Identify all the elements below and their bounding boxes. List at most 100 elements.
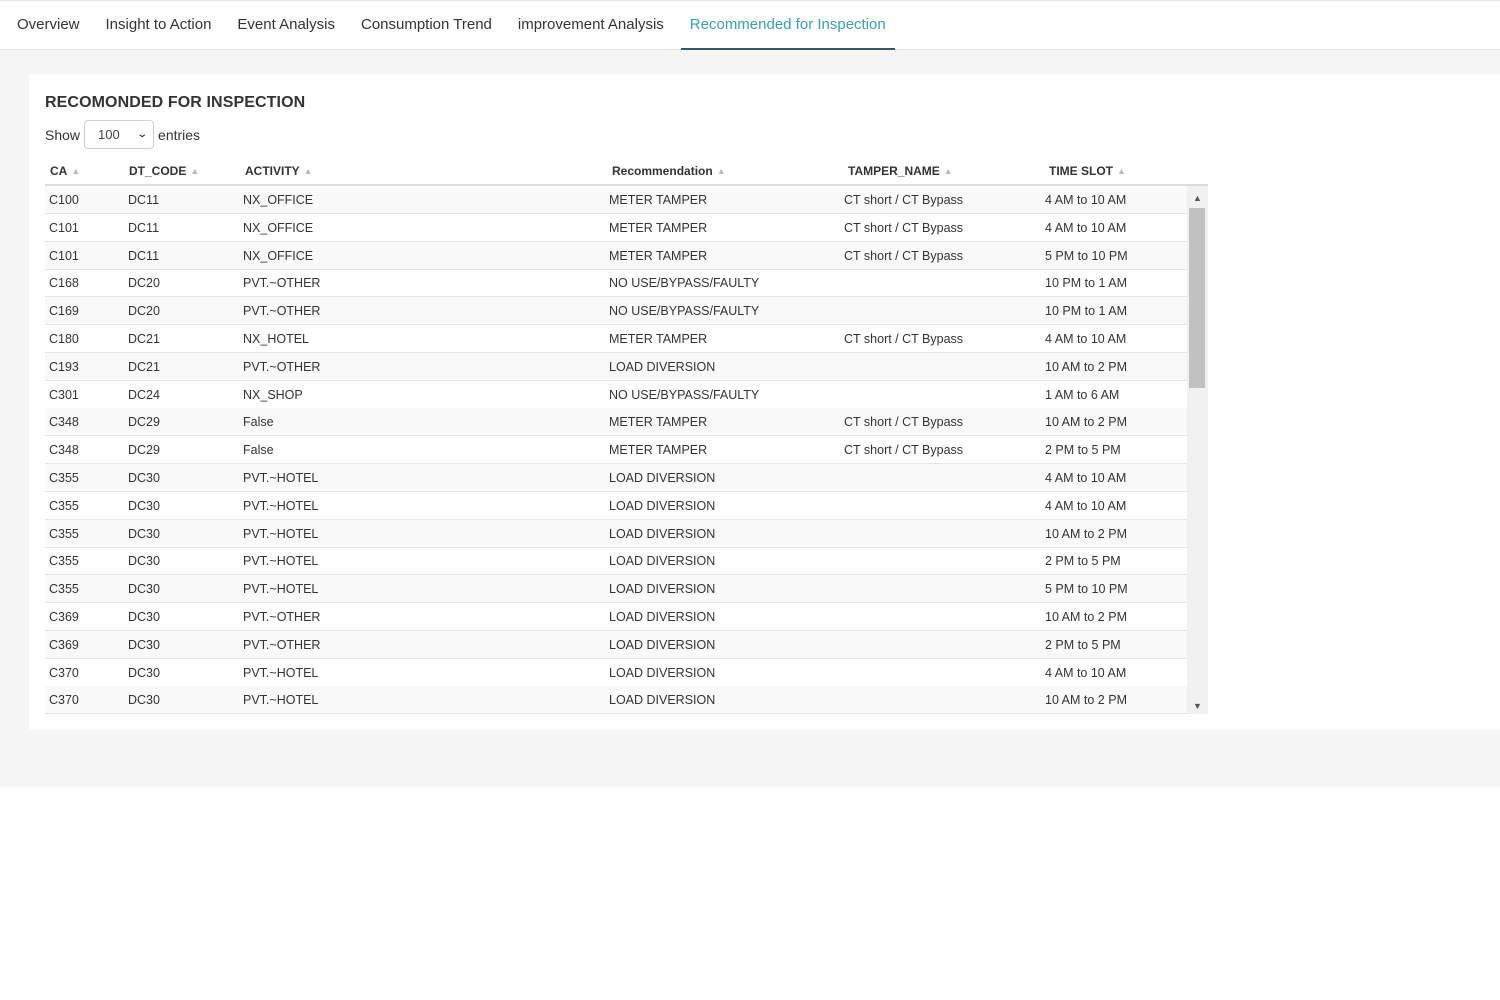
cell-time-slot: 10 PM to 1 AM: [1045, 304, 1127, 319]
cell-dt-code: DC30: [128, 498, 160, 513]
cell-activity: PVT.~HOTEL: [243, 693, 319, 708]
cell-time-slot: 10 AM to 2 PM: [1045, 359, 1127, 374]
cell-time-slot: 10 AM to 2 PM: [1045, 610, 1127, 624]
table-row[interactable]: C348 DC29 False METER TAMPER CT short / CT B…: [45, 436, 1187, 465]
cell-activity: PVT.~OTHER: [243, 304, 321, 319]
cell-recommendation: METER TAMPER: [609, 193, 708, 207]
entries-select-value: 100: [98, 127, 120, 142]
cell-dt-code: DC30: [128, 554, 160, 569]
cell-tamper-name: CT short / CT Bypass: [844, 332, 964, 346]
table-body: C100 DC11 NX_OFFICE METER TAMPER CT short / …: [45, 186, 1208, 714]
tab-recommended-for-inspection[interactable]: Recommended for Inspection: [677, 1, 899, 50]
cell-dt-code: DC11: [128, 193, 160, 207]
tab-overview[interactable]: Overview: [4, 1, 93, 49]
cell-ca: C355: [49, 498, 79, 513]
cell-recommendation: METER TAMPER: [609, 248, 708, 263]
table-row[interactable]: C180 DC21 NX_HOTEL METER TAMPER CT short / C…: [45, 325, 1187, 353]
cell-dt-code: DC29: [128, 443, 160, 458]
cell-dt-code: DC30: [128, 665, 160, 680]
cell-time-slot: 4 AM to 10 AM: [1045, 665, 1127, 680]
tab-bar: Overview Insight to Action Event Analysi…: [0, 0, 1500, 50]
column-header-dt-code[interactable]: DT_CODE ▲︎: [129, 164, 199, 178]
cell-recommendation: METER TAMPER: [609, 443, 708, 458]
column-header-activity[interactable]: ACTIVITY ▲︎: [245, 164, 313, 178]
table-row[interactable]: C355 DC30 PVT.~HOTEL LOAD DIVERSION 2 PM to …: [45, 547, 1187, 576]
tab-consumption-trend[interactable]: Consumption Trend: [348, 1, 505, 49]
cell-time-slot: 2 PM to 5 PM: [1045, 554, 1121, 569]
cell-activity: PVT.~HOTEL: [243, 665, 319, 680]
cell-activity: PVT.~HOTEL: [243, 554, 319, 569]
column-header-recommendation[interactable]: Recommendation ▲︎: [612, 164, 726, 178]
cell-tamper-name: CT short / CT Bypass: [844, 415, 964, 430]
table-row[interactable]: C193 DC21 PVT.~OTHER LOAD DIVERSION 10 AM to…: [45, 352, 1187, 381]
cell-time-slot: 10 PM to 1 AM: [1045, 276, 1127, 291]
table-row[interactable]: C370 DC30 PVT.~HOTEL LOAD DIVERSION 10 AM to…: [45, 686, 1187, 714]
tab-insight-to-action[interactable]: Insight to Action: [93, 1, 225, 49]
cell-ca: C348: [49, 443, 79, 458]
cell-dt-code: DC30: [128, 637, 160, 652]
table-row[interactable]: C355 DC30 PVT.~HOTEL LOAD DIVERSION 10 AM to…: [45, 519, 1187, 548]
cell-recommendation: LOAD DIVERSION: [609, 610, 716, 624]
scrollbar-thumb[interactable]: [1189, 208, 1205, 388]
entries-length-control: Show 100 ⌄ entries: [45, 120, 200, 149]
cell-activity: NX_SHOP: [243, 387, 303, 402]
entries-label: entries: [158, 126, 201, 143]
cell-recommendation: LOAD DIVERSION: [609, 693, 716, 708]
cell-recommendation: LOAD DIVERSION: [609, 665, 716, 680]
table-scrollbar[interactable]: ▲ ▼: [1187, 186, 1208, 714]
cell-dt-code: DC21: [128, 332, 160, 346]
cell-dt-code: DC24: [128, 387, 160, 402]
cell-ca: C370: [49, 693, 79, 708]
cell-ca: C169: [49, 304, 79, 319]
cell-activity: PVT.~OTHER: [243, 637, 321, 652]
column-header-tamper-name[interactable]: TAMPER_NAME ▲︎: [848, 164, 953, 178]
cell-ca: C101: [49, 220, 79, 235]
cell-time-slot: 5 PM to 10 PM: [1045, 248, 1128, 263]
table-row[interactable]: C101 DC11 NX_OFFICE METER TAMPER CT short / …: [45, 241, 1187, 270]
table-row[interactable]: C370 DC30 PVT.~HOTEL LOAD DIVERSION 4 AM to …: [45, 659, 1187, 687]
cell-activity: False: [243, 415, 274, 430]
cell-ca: C100: [49, 193, 79, 207]
sort-icon: ▲︎: [716, 166, 726, 176]
table-row[interactable]: C355 DC30 PVT.~HOTEL LOAD DIVERSION 4 AM to …: [45, 464, 1187, 492]
cell-dt-code: DC30: [128, 610, 160, 624]
cell-tamper-name: CT short / CT Bypass: [844, 443, 964, 458]
inspection-card: RECOMONDED FOR INSPECTION Show 100 ⌄ ent…: [29, 74, 1500, 730]
table-row[interactable]: C168 DC20 PVT.~OTHER NO USE/BYPASS/FAULTY 10…: [45, 269, 1187, 298]
table-row[interactable]: C355 DC30 PVT.~HOTEL LOAD DIVERSION 5 PM to …: [45, 575, 1187, 604]
column-header-ca[interactable]: CA ▲︎: [50, 164, 80, 178]
sort-icon: ▲︎: [943, 166, 953, 176]
tab-event-analysis[interactable]: Event Analysis: [224, 1, 348, 49]
table-row[interactable]: C301 DC24 NX_SHOP NO USE/BYPASS/FAULTY 1 AM …: [45, 381, 1187, 409]
cell-recommendation: METER TAMPER: [609, 415, 708, 430]
cell-recommendation: NO USE/BYPASS/FAULTY: [609, 304, 760, 319]
tab-improvement-analysis[interactable]: improvement Analysis: [505, 1, 677, 49]
cell-activity: PVT.~OTHER: [243, 610, 321, 624]
cell-ca: C369: [49, 610, 79, 624]
cell-time-slot: 2 PM to 5 PM: [1045, 443, 1121, 458]
table-row[interactable]: C348 DC29 False METER TAMPER CT short / CT B…: [45, 408, 1187, 437]
cell-dt-code: DC30: [128, 471, 160, 485]
cell-time-slot: 10 AM to 2 PM: [1045, 526, 1127, 541]
cell-dt-code: DC11: [128, 220, 160, 235]
table-row[interactable]: C355 DC30 PVT.~HOTEL LOAD DIVERSION 4 AM to …: [45, 492, 1187, 520]
column-header-time-slot[interactable]: TIME SLOT ▲︎: [1049, 164, 1126, 178]
table-row[interactable]: C169 DC20 PVT.~OTHER NO USE/BYPASS/FAULTY 10…: [45, 297, 1187, 326]
cell-time-slot: 4 AM to 10 AM: [1045, 220, 1127, 235]
arrow-down-icon[interactable]: ▼: [1187, 696, 1208, 716]
cell-ca: C355: [49, 582, 79, 597]
cell-time-slot: 4 AM to 10 AM: [1045, 193, 1127, 207]
cell-activity: PVT.~HOTEL: [243, 471, 319, 485]
table-row[interactable]: C369 DC30 PVT.~OTHER LOAD DIVERSION 10 AM to…: [45, 603, 1187, 631]
arrow-up-icon[interactable]: ▲: [1187, 188, 1208, 208]
cell-recommendation: METER TAMPER: [609, 332, 708, 346]
table-row[interactable]: C101 DC11 NX_OFFICE METER TAMPER CT short / …: [45, 214, 1187, 242]
table-row[interactable]: C369 DC30 PVT.~OTHER LOAD DIVERSION 2 PM to …: [45, 630, 1187, 659]
cell-time-slot: 10 AM to 2 PM: [1045, 415, 1127, 430]
cell-time-slot: 2 PM to 5 PM: [1045, 637, 1121, 652]
cell-dt-code: DC30: [128, 526, 160, 541]
entries-select[interactable]: 100 ⌄: [84, 120, 155, 149]
table-row[interactable]: C100 DC11 NX_OFFICE METER TAMPER CT short / …: [45, 186, 1187, 214]
cell-recommendation: LOAD DIVERSION: [609, 526, 716, 541]
cell-dt-code: DC20: [128, 304, 160, 319]
